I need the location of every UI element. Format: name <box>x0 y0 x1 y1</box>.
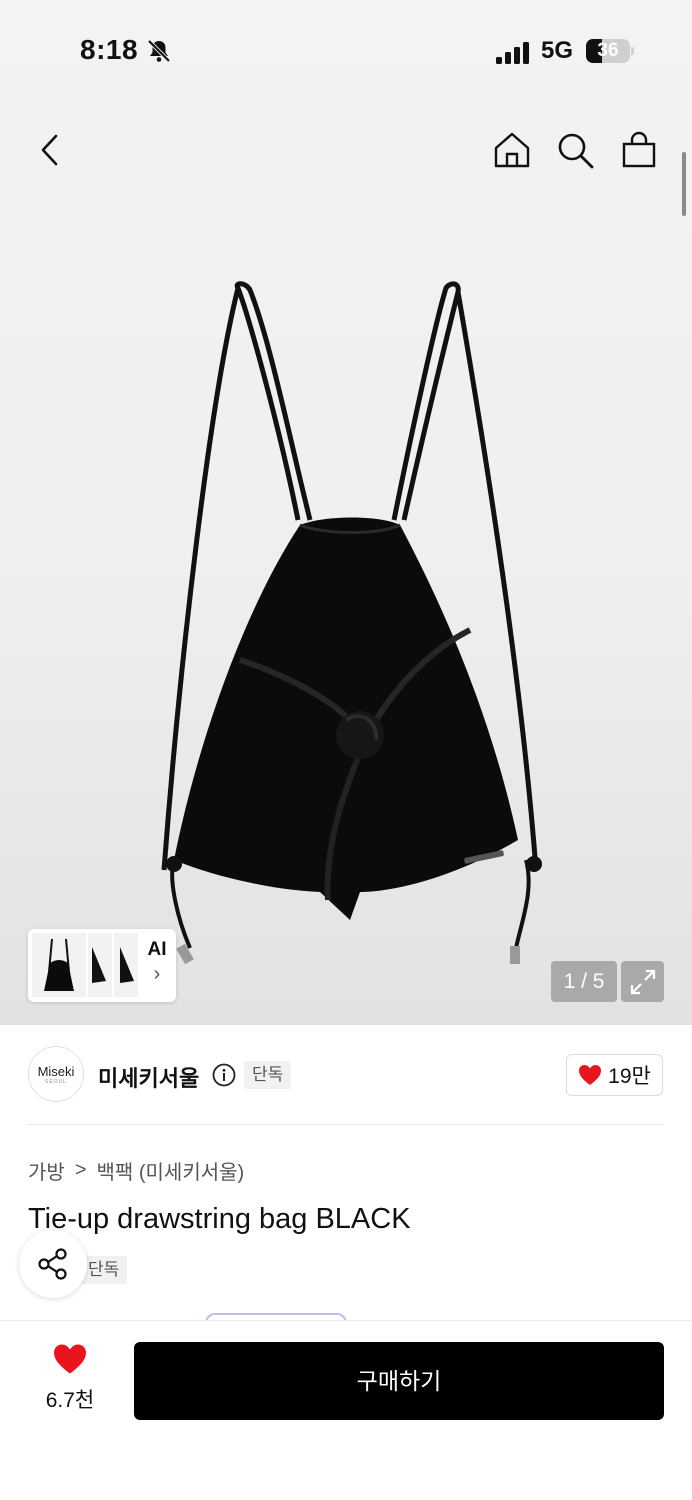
thumbnail-3[interactable] <box>114 933 138 997</box>
network-type: 5G <box>541 37 574 64</box>
breadcrumb-category[interactable]: 가방 <box>28 1156 65 1185</box>
brand-like-count: 19만 <box>608 1065 651 1088</box>
brand-row: Miseki SEOUL 미세키서울 단독 19만 <box>0 1025 692 1125</box>
search-icon <box>558 133 594 169</box>
expand-button[interactable] <box>621 961 664 1002</box>
product-title: Tie-up drawstring bag BLACK <box>28 1203 411 1235</box>
info-icon[interactable] <box>212 1063 236 1087</box>
bell-muted-icon <box>147 39 171 63</box>
breadcrumb-subcategory[interactable]: 백팩 (미세키서울) <box>97 1156 245 1185</box>
expand-icon <box>630 969 655 994</box>
thumbnail-bag-image <box>120 947 134 983</box>
back-button[interactable] <box>28 128 72 172</box>
status-bar: 8:18 5G 36 <box>0 0 692 100</box>
brand-name[interactable]: 미세키서울 <box>98 1061 199 1093</box>
product-image[interactable] <box>150 280 550 970</box>
image-counter: 1 / 5 <box>551 961 617 1002</box>
heart-icon <box>579 1065 602 1085</box>
brand-logo-text: Miseki <box>37 1064 75 1079</box>
wish-button[interactable]: 6.7천 <box>30 1343 110 1414</box>
scrollbar[interactable] <box>682 152 686 216</box>
search-button[interactable] <box>553 128 597 172</box>
battery-level: 36 <box>597 40 619 61</box>
cart-button[interactable] <box>617 128 661 172</box>
divider <box>28 1124 664 1125</box>
wish-count: 6.7천 <box>45 1389 95 1412</box>
status-time: 8:18 <box>80 34 139 65</box>
thumbnail-bag-image <box>44 938 74 991</box>
battery-icon: 36 <box>586 39 630 63</box>
shopping-bag-icon <box>622 131 656 168</box>
product-exclusive-tag: 단독 <box>80 1256 128 1284</box>
thumbnail-1[interactable] <box>32 933 86 997</box>
share-button[interactable] <box>19 1230 87 1298</box>
home-button[interactable] <box>490 128 534 172</box>
share-icon <box>38 1248 67 1280</box>
ai-thumbnail-button[interactable]: AI › <box>140 939 174 986</box>
brand-logo-subtext: SEOUL <box>45 1079 67 1085</box>
ai-label: AI <box>147 939 167 960</box>
bottom-action-bar: 6.7천 구매하기 <box>0 1320 692 1500</box>
thumbnail-2[interactable] <box>88 933 112 997</box>
breadcrumb-separator: > <box>74 1159 87 1181</box>
buy-button[interactable]: 구매하기 <box>134 1342 664 1420</box>
heart-icon <box>54 1344 86 1374</box>
breadcrumb: 가방 > 백팩 (미세키서울) <box>28 1156 244 1185</box>
battery-tip <box>631 47 634 55</box>
chevron-right-icon: › <box>153 963 161 985</box>
signal-icon <box>496 42 529 64</box>
brand-like-button[interactable]: 19만 <box>566 1054 663 1096</box>
home-icon <box>494 132 530 168</box>
thumbnail-strip[interactable]: AI › <box>28 929 176 1002</box>
brand-logo[interactable]: Miseki SEOUL <box>28 1046 84 1102</box>
exclusive-tag: 단독 <box>244 1061 292 1089</box>
thumbnail-bag-image <box>92 947 106 983</box>
chevron-left-icon <box>41 134 58 166</box>
